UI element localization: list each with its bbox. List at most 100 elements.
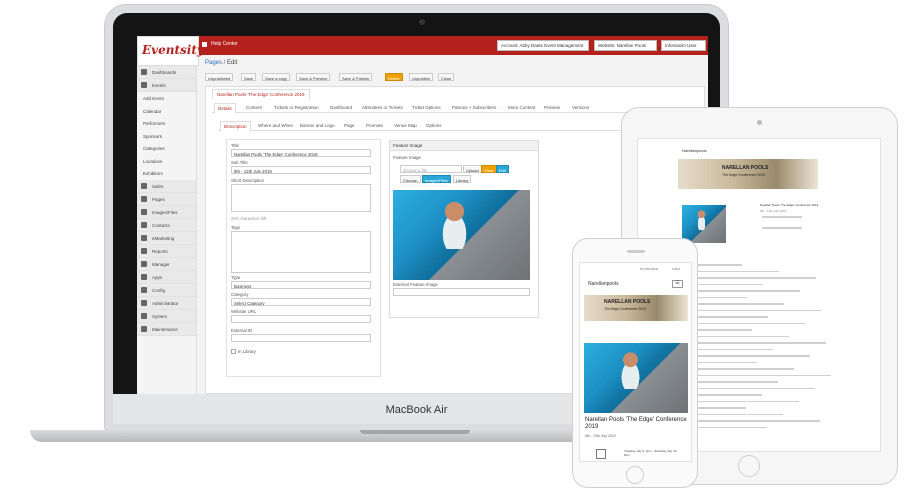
tab-content[interactable]: Content [246,105,262,110]
sidebar-icon [141,221,147,228]
help-center-link[interactable]: Help Center [211,41,238,47]
file-input[interactable]: choose a file [400,165,462,173]
in-library-checkbox[interactable] [231,349,236,354]
sidebar-item-emarketing[interactable]: eMarketing [137,231,196,245]
phone-event-title: Narellan Pools 'The Edge' Conference 201… [585,417,687,430]
subtab-venue-map[interactable]: Venue Map [394,123,417,128]
top-bar: Help Center Account: Abby Dante Event Ma… [137,36,708,55]
tablet-camera-icon [757,120,762,125]
unpublished-button[interactable]: Unpublished [205,73,234,81]
sidebar-icon [141,69,147,75]
phone-nav-profile[interactable]: MY PROFILE [640,267,658,271]
tags-textarea[interactable] [231,231,371,273]
external-feature-input[interactable] [393,288,530,296]
tab-versions[interactable]: Versions [572,105,589,110]
short-description-textarea[interactable] [231,184,371,212]
tab-attendees-or-tickets[interactable]: Attendees or Tickets [362,105,403,110]
external-id-input[interactable] [231,334,371,342]
title-label: Title [231,143,239,148]
sidebar-item-contacts[interactable]: Contacts [137,218,196,232]
type-select[interactable]: Business [231,281,371,289]
sidebar-item-events[interactable]: Events [137,79,196,92]
clear-button[interactable]: Clear [481,165,497,173]
sidebar-item-images-files[interactable]: Images/Files [137,205,196,219]
sidebar-item-maintenance[interactable]: Maintenance [137,322,196,336]
sidebar-icon [141,234,147,241]
save-copy-button[interactable]: Save a copy [262,73,291,81]
sidebar-item-label: Maintenance [152,326,178,332]
sidebar-item-exhibitors[interactable]: Exhibitors [137,167,196,180]
sidebar-item-reports[interactable]: Reports [137,244,196,258]
delete-button[interactable]: Delete [385,73,403,81]
sidebar-item-categories[interactable]: Categories [137,142,196,155]
unpublish-button[interactable]: Unpublish [409,73,433,81]
subtab-promote[interactable]: Promote [366,123,383,128]
sidebar-item-sponsors[interactable]: Sponsors [137,130,196,143]
sidebar-item-manager[interactable]: Manager [137,257,196,271]
phone-nav-cart[interactable]: CART [672,267,680,271]
sidebar-item-system[interactable]: System [137,309,196,323]
sidebar-item-label: Config [152,287,166,293]
tab-patrons-subscribers[interactable]: Patrons + Subscribers [452,105,496,110]
sidebar: Dashboards Events Add Event Calendar Perform… [137,66,197,394]
sidebar-item-apps[interactable]: Apps [137,270,196,284]
sidebar-item-pages[interactable]: Pages [137,192,196,206]
save-preview-button[interactable]: Save & Preview [296,73,331,81]
sidebar-item-label: Add Event [143,96,164,101]
category-label: Category [231,292,249,297]
sidebar-item-locations[interactable]: Locations [137,155,196,168]
phone-home-button[interactable] [626,466,644,484]
tab-tickets-or-registration[interactable]: Tickets or Registration [274,105,319,110]
sidebar-item-label: Reports [152,248,168,254]
sidebar-item-add-event[interactable]: Add Event [137,92,196,105]
tablet-home-button[interactable] [738,455,760,477]
subtitle-input[interactable]: 9th - 13th July 2019 [231,166,371,174]
account-select[interactable]: Account: Abby Dante Event Management [497,40,589,51]
category-select[interactable]: Select Category [231,298,371,306]
tablet-text-line [682,387,815,389]
tablet-event-dates: 9th - 13th July 2019 [760,209,787,213]
website-select[interactable]: Website: Narellan Pools [594,40,657,51]
website-url-input[interactable] [231,315,371,323]
phone-date-detail: Tuesday July 9, 4pm - Saturday July 13, … [624,449,678,457]
library-button[interactable]: Library [453,175,472,183]
sidebar-item-administrator[interactable]: Administrator [137,296,196,310]
calendar-icon [596,449,606,459]
edit-button[interactable]: Edit [496,165,509,173]
sidebar-icon [141,208,147,215]
sidebar-item-sales[interactable]: Sales [137,179,196,193]
logo[interactable]: Eventsity [137,36,204,66]
subtab-where-and-when[interactable]: Where and When [258,123,293,128]
sidebar-item-label: Locations [143,158,163,164]
tablet-text-line [682,309,821,311]
breadcrumb-pages[interactable]: Pages [205,60,222,66]
images-files-button[interactable]: Images/Files [422,175,451,183]
page-title-tab[interactable]: Narellan Pools 'The Edge' Conference 201… [212,89,310,99]
close-button[interactable]: Close [438,73,455,81]
tab-ticket-options[interactable]: Ticket Options [412,105,441,110]
tablet-text-line [682,374,831,376]
title-input[interactable]: Narellan Pools 'The Edge' Conference 201… [231,149,371,157]
sidebar-item-calendar[interactable]: Calendar [137,105,196,118]
sidebar-item-dashboards[interactable]: Dashboards [137,66,196,79]
tablet-text-line [682,342,826,344]
upload-button[interactable]: Upload [463,165,482,173]
menu-icon[interactable]: ☰ [672,280,683,288]
save-publish-button[interactable]: Save & Publish [339,73,373,81]
sidebar-item-config[interactable]: Config [137,283,196,297]
subtab-page[interactable]: Page [344,123,355,128]
sidebar-item-label: Dashboards [152,70,177,75]
subtab-description[interactable]: Description [220,121,251,132]
tab-more-content[interactable]: More Content [508,105,535,110]
sidebar-item-performers[interactable]: Performers [137,117,196,130]
save-button[interactable]: Save [241,73,257,81]
tab-dashboard[interactable]: Dashboard [330,105,352,110]
subtab-banner-and-logo[interactable]: Banner and Logo [300,123,335,128]
sidebar-item-label: Exhibitors [143,171,163,176]
subtitle-label: Sub Title [231,160,248,165]
external-feature-label: External Feature Image [393,282,438,287]
subtab-options[interactable]: Options [426,123,442,128]
user-select[interactable]: Infomaxim User [661,40,706,51]
tab-preview[interactable]: Preview [544,105,560,110]
tab-details[interactable]: Details [214,103,236,114]
